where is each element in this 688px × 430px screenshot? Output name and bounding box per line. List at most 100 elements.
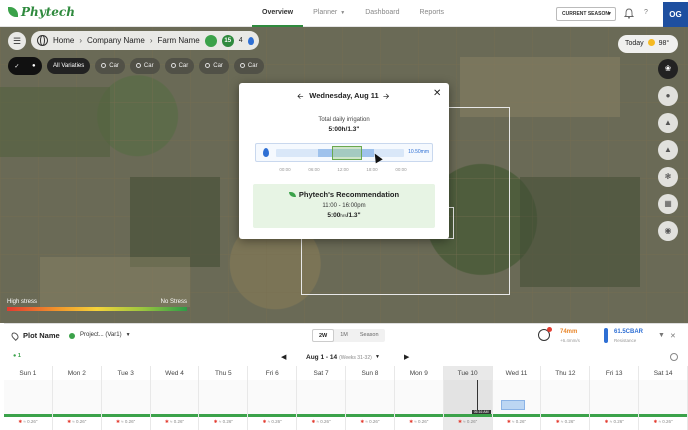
day-column[interactable]: Thu 5 ✱ ≈ 0.26": [199, 366, 249, 430]
view-season[interactable]: Season: [354, 329, 385, 342]
nav-dashboard[interactable]: Dashboard: [355, 0, 409, 27]
soil-kpi-value: 61.5CBAR: [614, 329, 644, 335]
view-2w[interactable]: 2W: [312, 329, 335, 342]
day-column[interactable]: Sun 8 ✱ ≈ 0.26": [346, 366, 395, 430]
alert-icon: ✱: [604, 419, 609, 424]
variety-chip[interactable]: Car: [199, 58, 229, 74]
day-column[interactable]: Tue 3 ✱ ≈ 0.26": [101, 366, 151, 430]
logo-text: Phytech: [21, 5, 75, 19]
help-icon[interactable]: ?: [644, 9, 648, 16]
irrigation-slider[interactable]: 10.50mm: [255, 143, 433, 164]
chevron-down-icon[interactable]: ▼: [375, 354, 380, 360]
stress-indicator-bar: [346, 414, 394, 417]
sun-icon: [647, 39, 655, 46]
plot-panel: Plot Name Project... (Var1) ▼ 2W 1M Seaso…: [4, 323, 688, 430]
stress-icon[interactable]: ▲: [658, 140, 678, 160]
day-chart-area: [248, 380, 297, 414]
collapse-icon[interactable]: ▼: [658, 332, 665, 339]
total-irrigation-label: Total daily irrigation: [318, 117, 370, 123]
status-badge[interactable]: [204, 34, 217, 47]
avatar[interactable]: OG: [663, 2, 688, 27]
variety-chip[interactable]: Car: [233, 58, 264, 74]
slider-track[interactable]: [276, 146, 404, 164]
chevron-right-icon: ›: [149, 36, 153, 45]
nav-planner[interactable]: Planner ▼: [303, 0, 355, 27]
day-footer-value: 0.26": [75, 419, 87, 424]
water-drop-icon[interactable]: ●: [658, 86, 678, 106]
thermometer-icon[interactable]: ▲: [658, 113, 678, 133]
stress-legend: High stress No Stress: [7, 299, 187, 311]
weather-label: Today: [625, 40, 644, 47]
day-column[interactable]: Fri 6 ✱ ≈ 0.26": [248, 366, 298, 430]
menu-button[interactable]: ☰: [8, 32, 26, 50]
phytech-logo[interactable]: Phytech: [8, 5, 75, 19]
day-column[interactable]: Mon 2 ✱ ≈ 0.26": [52, 366, 102, 430]
chip-all-varieties[interactable]: All Variaties: [47, 58, 91, 74]
day-column[interactable]: Tue 10 06:16 AM ✱ ≈ 0.26": [443, 366, 493, 430]
variety-chip[interactable]: Car: [95, 58, 125, 74]
breadcrumb-home[interactable]: Home: [53, 36, 74, 45]
chevron-right-icon[interactable]: ▶: [404, 353, 409, 361]
chevron-down-icon: ▼: [340, 10, 346, 16]
variety-chip-label: Car: [178, 63, 189, 69]
project-select[interactable]: Project... (Var1) ▼: [80, 332, 131, 338]
top-bar: Phytech Overview Planner ▼ Dashboard Repo…: [0, 0, 688, 27]
radio-icon: [239, 63, 245, 68]
variety-chip-label: Car: [109, 63, 119, 69]
alert-icon: ✱: [555, 419, 560, 424]
chevron-down-icon: ▼: [125, 332, 131, 338]
stress-gradient-bar: [7, 307, 187, 311]
day-column[interactable]: Fri 13 ✱ ≈ 0.26": [590, 366, 640, 430]
info-icon[interactable]: [670, 353, 678, 361]
check-icon[interactable]: ✓: [14, 63, 19, 70]
weather-widget[interactable]: Today 98°: [618, 35, 678, 53]
plant-icon[interactable]: ❀: [658, 59, 678, 79]
day-footer-value: 0.26": [369, 419, 380, 424]
breadcrumb-company[interactable]: Company Name: [87, 36, 145, 45]
day-chart-area: [346, 380, 394, 414]
sensor-icon[interactable]: ▦: [658, 194, 678, 214]
layer-toggle[interactable]: ✓ ●: [8, 57, 42, 75]
tick-label: 18:00: [366, 167, 378, 172]
nav-reports[interactable]: Reports: [409, 0, 454, 27]
leaf-icon: [288, 192, 296, 197]
tag-icon[interactable]: ●: [32, 63, 36, 69]
alert-icon: ✱: [409, 419, 414, 424]
rain-kpi-sub: +6.4mm/s: [560, 338, 580, 343]
close-icon[interactable]: ✕: [670, 332, 676, 340]
nav-overview[interactable]: Overview: [252, 0, 304, 27]
alert-icon: ✱: [18, 419, 23, 424]
day-label: Thu 5: [215, 370, 232, 377]
day-column[interactable]: Wed 4 ✱ ≈ 0.26": [150, 366, 200, 430]
irrigation-block[interactable]: [500, 400, 525, 410]
day-column[interactable]: Wed 11 ✱ ≈ 0.26": [492, 366, 542, 430]
day-footer: ✱ ≈ 0.26": [506, 419, 527, 424]
day-column[interactable]: Thu 12 ✱ ≈ 0.26": [541, 366, 591, 430]
current-time-line: [476, 380, 478, 414]
total-irrigation-value: 5:00h/1.3": [328, 126, 360, 133]
day-column[interactable]: Sun 1 ✱ ≈ 0.26": [4, 366, 53, 430]
status-count-badge[interactable]: 15: [221, 34, 234, 47]
satellite-icon[interactable]: ◉: [658, 221, 678, 241]
stress-legend-low: High stress: [7, 299, 38, 305]
day-column[interactable]: Sat 14 ✱ ≈ 0.26": [639, 366, 688, 430]
day-label: Wed 11: [505, 370, 528, 377]
day-column[interactable]: Mon 9 ✱ ≈ 0.26": [394, 366, 444, 430]
bell-icon[interactable]: [624, 8, 634, 19]
season-select[interactable]: CURRENT SEASON ▼: [556, 7, 616, 21]
day-label: Fri 6: [265, 370, 279, 377]
breadcrumb-farm[interactable]: Farm Name: [158, 36, 200, 45]
pest-icon[interactable]: ❃: [658, 167, 678, 187]
chevron-left-icon[interactable]: ◀: [281, 353, 286, 361]
variety-chip[interactable]: Car: [164, 58, 195, 74]
day-footer: ✱ ≈ 0.26": [262, 419, 282, 424]
view-1m[interactable]: 1M: [334, 329, 354, 342]
mouse-cursor-icon: [371, 151, 383, 164]
close-icon[interactable]: ✕: [433, 88, 441, 99]
next-day-arrow-icon[interactable]: 🡪: [383, 91, 390, 105]
day-column[interactable]: Sat 7 ✱ ≈ 0.26": [297, 366, 347, 430]
day-footer-value: 0.26": [222, 419, 233, 424]
variety-chip[interactable]: Car: [129, 58, 160, 74]
slider-selection-handle[interactable]: [332, 146, 362, 160]
nav-overview-label: Overview: [262, 9, 294, 16]
